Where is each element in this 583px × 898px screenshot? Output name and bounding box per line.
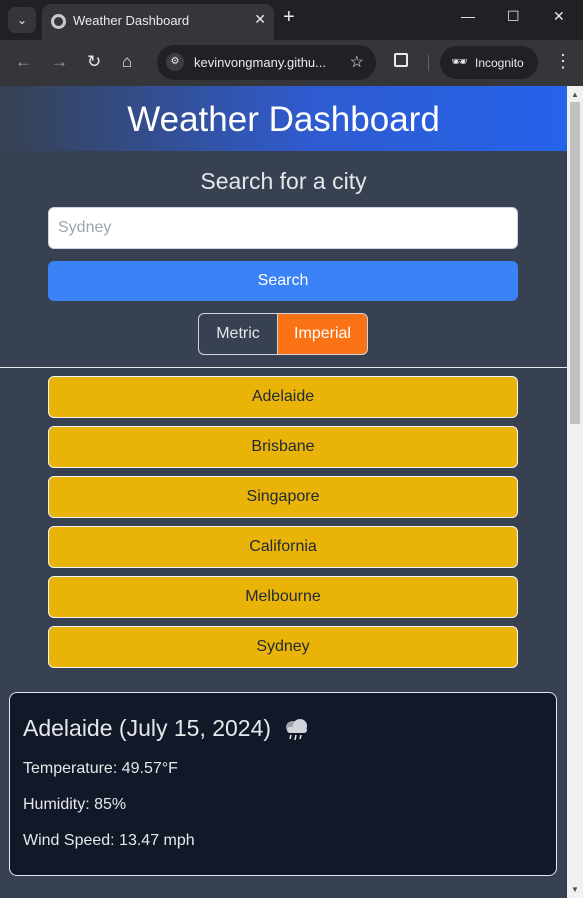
history-city-button[interactable]: Sydney bbox=[48, 626, 518, 668]
page-title: Weather Dashboard bbox=[127, 100, 440, 139]
site-info-icon[interactable]: ⚙ bbox=[166, 53, 184, 71]
temperature-text: Temperature: 49.57°F bbox=[23, 760, 178, 777]
scroll-down-arrow-icon[interactable]: ▼ bbox=[571, 885, 579, 894]
imperial-button[interactable]: Imperial bbox=[277, 313, 368, 355]
section-divider bbox=[0, 367, 567, 368]
active-tab[interactable]: Weather Dashboard ✕ bbox=[42, 4, 274, 40]
incognito-icon: 🕶 bbox=[451, 54, 468, 69]
toolbar-divider bbox=[428, 55, 429, 71]
home-icon[interactable]: ⌂ bbox=[122, 52, 132, 72]
maximize-icon[interactable]: ☐ bbox=[507, 8, 520, 25]
page-scrollbar[interactable]: ▲ ▼ bbox=[567, 86, 583, 898]
browser-toolbar: ← → ↻ ⌂ ⚙ kevinvongmany.githu... ☆ 🕶 Inc… bbox=[0, 40, 583, 86]
address-bar[interactable]: ⚙ kevinvongmany.githu... ☆ bbox=[157, 45, 376, 80]
history-city-button[interactable]: Adelaide bbox=[48, 376, 518, 418]
new-tab-plus-icon[interactable]: + bbox=[283, 6, 295, 29]
minimize-icon[interactable]: — bbox=[461, 8, 475, 24]
search-button[interactable]: Search bbox=[48, 261, 518, 301]
tab-search-chevron-icon[interactable]: ⌄ bbox=[8, 7, 36, 33]
unit-toggle: Metric Imperial bbox=[198, 313, 368, 355]
weather-city-date: Adelaide (July 15, 2024) bbox=[23, 715, 272, 741]
tab-title: Weather Dashboard bbox=[73, 13, 190, 28]
reload-icon[interactable]: ↻ bbox=[87, 52, 101, 72]
url-text[interactable]: kevinvongmany.githu... bbox=[194, 55, 326, 70]
search-heading: Search for a city bbox=[200, 168, 367, 194]
history-city-button[interactable]: Melbourne bbox=[48, 576, 518, 618]
city-search-input[interactable] bbox=[48, 207, 518, 249]
globe-icon bbox=[51, 14, 66, 29]
window-close-icon[interactable]: ✕ bbox=[553, 8, 565, 25]
wind-speed-text: Wind Speed: 13.47 mph bbox=[23, 832, 195, 849]
page-header: Weather Dashboard bbox=[0, 86, 567, 151]
more-menu-icon[interactable]: ⋮ bbox=[554, 51, 572, 72]
extensions-puzzle-icon[interactable] bbox=[394, 53, 408, 67]
tab-close-icon[interactable]: ✕ bbox=[254, 11, 266, 28]
history-city-button[interactable]: California bbox=[48, 526, 518, 568]
tab-bar: ⌄ Weather Dashboard ✕ + — ☐ ✕ bbox=[0, 0, 583, 40]
history-city-button[interactable]: Brisbane bbox=[48, 426, 518, 468]
history-city-button[interactable]: Singapore bbox=[48, 476, 518, 518]
incognito-label: Incognito bbox=[475, 56, 524, 70]
incognito-indicator[interactable]: 🕶 Incognito bbox=[440, 46, 538, 79]
forward-arrow-icon[interactable]: → bbox=[51, 52, 68, 72]
humidity-text: Humidity: 85% bbox=[23, 796, 127, 813]
rain-cloud-icon bbox=[286, 719, 307, 741]
current-weather-card: Adelaide (July 15, 2024) Temperature: 49… bbox=[9, 692, 557, 876]
bookmark-star-icon[interactable]: ☆ bbox=[350, 52, 364, 72]
back-arrow-icon[interactable]: ← bbox=[15, 52, 32, 72]
page-viewport: Weather Dashboard Search for a city Sear… bbox=[0, 86, 567, 898]
scrollbar-thumb[interactable] bbox=[570, 102, 580, 424]
scroll-up-arrow-icon[interactable]: ▲ bbox=[571, 90, 579, 99]
metric-button[interactable]: Metric bbox=[198, 313, 278, 355]
